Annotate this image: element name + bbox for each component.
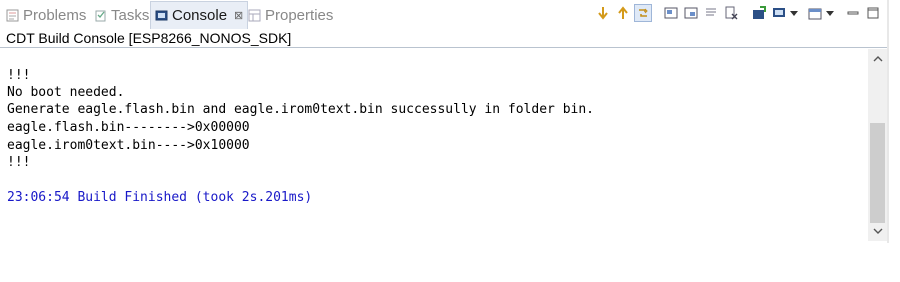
view-tab-bar: Problems Tasks Console ⊠ Properties <box>0 0 889 30</box>
scroll-down-icon[interactable] <box>594 4 612 22</box>
vertical-scrollbar[interactable] <box>868 49 887 241</box>
tab-label: Tasks <box>111 6 150 24</box>
scroll-down-arrow-icon[interactable] <box>868 223 887 239</box>
console-line: eagle.irom0text.bin---->0x10000 <box>7 138 250 153</box>
scroll-up-arrow-icon[interactable] <box>868 51 887 67</box>
console-output[interactable]: !!! No boot needed. Generate eagle.flash… <box>0 49 868 241</box>
console-icon <box>155 9 168 22</box>
link-icon[interactable] <box>634 4 652 22</box>
copy-icon[interactable] <box>722 4 740 22</box>
console-dropdown-icon[interactable] <box>770 4 788 22</box>
build-finished-line: 23:06:54 Build Finished (took 2s.201ms) <box>7 190 313 205</box>
close-icon[interactable]: ⊠ <box>234 9 243 22</box>
maximize-icon[interactable] <box>864 4 882 22</box>
clear-icon[interactable] <box>702 4 720 22</box>
console-line: !!! <box>7 155 31 170</box>
console-view: Problems Tasks Console ⊠ Properties CDT … <box>0 0 889 243</box>
console-line: !!! <box>7 68 31 83</box>
tab-label: Problems <box>23 6 87 24</box>
scroll-up-icon[interactable] <box>614 4 632 22</box>
open-console-icon[interactable] <box>750 4 768 22</box>
scrollbar-thumb[interactable] <box>870 123 885 223</box>
tab-label: Properties <box>265 6 334 24</box>
problems-icon <box>6 9 19 22</box>
tab-properties[interactable]: Properties <box>248 3 333 27</box>
view-border <box>887 0 889 243</box>
pin-icon[interactable] <box>662 4 680 22</box>
console-line: No boot needed. <box>7 85 125 100</box>
chevron-down-icon[interactable] <box>788 4 800 22</box>
minimize-icon[interactable] <box>844 4 862 22</box>
tab-console[interactable]: Console ⊠ <box>150 1 249 29</box>
console-line: Generate eagle.flash.bin and eagle.irom0… <box>7 102 594 117</box>
properties-icon <box>248 9 261 22</box>
tab-tasks[interactable]: Tasks <box>94 3 149 27</box>
display-selected-icon[interactable] <box>682 4 700 22</box>
chevron-down-icon[interactable] <box>824 4 836 22</box>
console-title: CDT Build Console [ESP8266_NONOS_SDK] <box>0 30 889 48</box>
console-line: eagle.flash.bin-------->0x00000 <box>7 120 250 135</box>
tab-label: Console <box>172 7 228 24</box>
tasks-icon <box>94 9 107 22</box>
new-console-icon[interactable] <box>806 4 824 22</box>
tab-problems[interactable]: Problems <box>6 3 86 27</box>
